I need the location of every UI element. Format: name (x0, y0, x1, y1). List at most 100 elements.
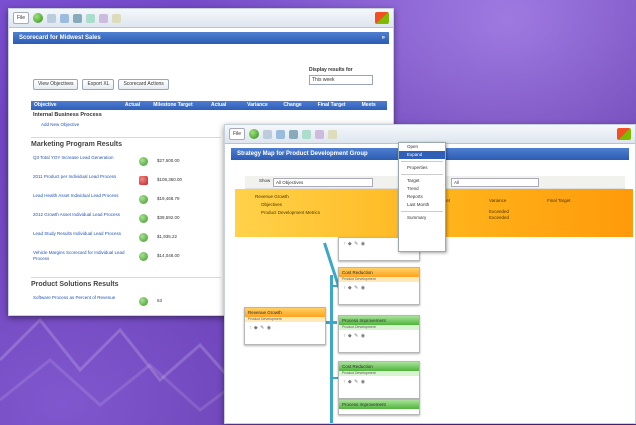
windows-logo-icon (375, 12, 389, 24)
col-objective: Objective (34, 102, 57, 108)
menu-item-expand[interactable]: Expand (399, 151, 445, 159)
show-select[interactable]: All Objectives (273, 178, 373, 187)
display-results-label: Display results for (309, 67, 353, 73)
row-title[interactable]: Vehicle Margins Scorecard for Individual… (33, 250, 129, 261)
print-icon[interactable] (315, 129, 325, 139)
strategy-node[interactable]: Cost Reduction Product Development ↑ ◆ ✎… (338, 361, 420, 399)
menu-item-summary[interactable]: Summary (399, 214, 445, 222)
row-value: $14,048.00 (157, 253, 180, 258)
band-item[interactable]: Product Development Metrics (261, 210, 320, 215)
node-tools-icon[interactable]: ↑ ◆ ✎ ◉ (339, 376, 419, 385)
node-context-menu: Open Expand Properties Target Trend Repo… (398, 142, 446, 252)
edit-icon[interactable] (112, 13, 122, 23)
scorecard-actions-button[interactable]: Scorecard Actions (118, 79, 169, 90)
node-label[interactable]: Cost Reduction (339, 362, 419, 371)
table-row[interactable]: Vehicle Margins Scorecard for Individual… (33, 250, 213, 266)
display-results-select[interactable]: This week (309, 75, 373, 85)
date-type-select[interactable]: All (451, 178, 539, 187)
menu-item-properties[interactable]: Properties (399, 164, 445, 172)
strategy-node[interactable]: Cost Reduction Product Development ↑ ◆ ✎… (338, 267, 420, 305)
row-title[interactable]: 2012 Growth Asset Individual Lead Proces… (33, 212, 129, 218)
print-icon[interactable] (99, 13, 109, 23)
table-row[interactable]: 2012 Growth Asset Individual Lead Proces… (33, 212, 213, 228)
node-tools-icon[interactable]: ↑ ◆ ✎ ◉ (339, 282, 419, 291)
back-icon[interactable] (33, 13, 44, 23)
forward-icon[interactable] (263, 129, 273, 139)
row-title[interactable]: Lead Study Results Individual Lead Proce… (33, 231, 129, 237)
strategy-node[interactable]: Process Improvement Product Development … (338, 315, 420, 353)
table-row[interactable]: Lead Study Results Individual Lead Proce… (33, 231, 213, 247)
row-value: $1,935.22 (157, 234, 178, 239)
row-value: $39,592.00 (157, 215, 180, 220)
display-results: Display results for This week (309, 67, 373, 85)
divider (31, 277, 221, 278)
forward-icon[interactable] (47, 13, 57, 23)
table-row[interactable]: Software Process as Percent of Revenue 6… (33, 295, 213, 311)
col-final-target: Final Target (317, 102, 346, 108)
view-objectives-button[interactable]: View Objectives (33, 79, 79, 90)
scorecard-table-header: Objective Actual Milestone Target Actual… (31, 101, 387, 110)
band-value: Exceeded (489, 215, 510, 220)
internal-process-heading: Internal Business Process (33, 112, 102, 118)
node-label[interactable]: Process Improvement (339, 316, 419, 325)
status-ok-icon (139, 233, 148, 242)
strategy-node[interactable]: Process Improvement (338, 399, 420, 415)
menu-item-trend[interactable]: Trend (399, 185, 445, 193)
col-change: Change (283, 102, 302, 108)
home-icon[interactable] (289, 129, 299, 139)
file-button[interactable]: File (229, 128, 246, 140)
export-button[interactable]: Export XL (82, 79, 115, 90)
table-row[interactable]: 2011 Product per Individual Lead Process… (33, 174, 213, 190)
menu-item-last-month[interactable]: Last Month (399, 201, 445, 209)
strategy-map-title: Strategy Map for Product Development Gro… (237, 151, 368, 157)
node-label[interactable]: Revenue Growth (245, 308, 325, 317)
marketing-section-title: Marketing Program Results (31, 141, 123, 148)
node-label[interactable]: Process Improvement (339, 400, 419, 409)
node-label[interactable]: Cost Reduction (339, 268, 419, 277)
menu-item-reports[interactable]: Reports (399, 193, 445, 201)
table-row[interactable]: Q3 Total YOY Increase Lead Generation $2… (33, 155, 213, 171)
connector-line (330, 325, 333, 423)
menu-item-target[interactable]: Target (399, 177, 445, 185)
refresh-icon[interactable] (60, 13, 70, 23)
col-milestone-target: Milestone Target (153, 102, 193, 108)
scorecard-controls: View Objectives Export XL Scorecard Acti… (33, 79, 169, 90)
status-ok-icon (139, 297, 148, 306)
node-tools-icon[interactable]: ↑ ◆ ✎ ◉ (339, 330, 419, 339)
file-button[interactable]: File (13, 12, 30, 24)
windows-logo-icon (617, 128, 631, 140)
home-icon[interactable] (73, 13, 83, 23)
row-value: $19,468.79 (157, 196, 180, 201)
col-meets: Meets (361, 102, 376, 108)
band-col-header: Variance (489, 198, 507, 203)
decorative-zigzag (0, 317, 240, 412)
menu-separator (401, 211, 443, 212)
status-ok-icon (139, 214, 148, 223)
strategy-node[interactable]: Revenue Growth Product Development ↑ ◆ ✎… (244, 307, 326, 345)
divider (31, 137, 221, 138)
add-objective-link[interactable]: Add New Objective (41, 122, 79, 127)
col-actual: Actual (124, 102, 141, 108)
row-title[interactable]: Q3 Total YOY Increase Lead Generation (33, 155, 129, 161)
favorites-icon[interactable] (302, 129, 312, 139)
node-tools-icon[interactable]: ↑ ◆ ✎ ◉ (245, 322, 325, 331)
table-row[interactable]: Lead Health Asset Individual Lead Proces… (33, 193, 213, 209)
status-ok-icon (139, 195, 148, 204)
product-section-title: Product Solutions Results (31, 281, 119, 288)
menu-item-open[interactable]: Open (399, 143, 445, 151)
row-title[interactable]: Lead Health Asset Individual Lead Proces… (33, 193, 129, 199)
band-item[interactable]: Revenue Growth (255, 194, 289, 199)
col-actual-2: Actual (210, 102, 227, 108)
row-title[interactable]: Software Process as Percent of Revenue (33, 295, 129, 301)
close-icon[interactable]: » (382, 32, 385, 44)
row-value: $108,360.00 (157, 177, 183, 182)
band-col-header: Final Target (547, 198, 571, 203)
scorecard-title-bar: Scorecard for Midwest Sales » (13, 32, 389, 44)
row-title[interactable]: 2011 Product per Individual Lead Process (33, 174, 129, 180)
band-item[interactable]: Objectives (261, 202, 282, 207)
back-icon[interactable] (249, 129, 260, 139)
edit-icon[interactable] (328, 129, 338, 139)
menu-separator (401, 161, 443, 162)
refresh-icon[interactable] (276, 129, 286, 139)
favorites-icon[interactable] (86, 13, 96, 23)
